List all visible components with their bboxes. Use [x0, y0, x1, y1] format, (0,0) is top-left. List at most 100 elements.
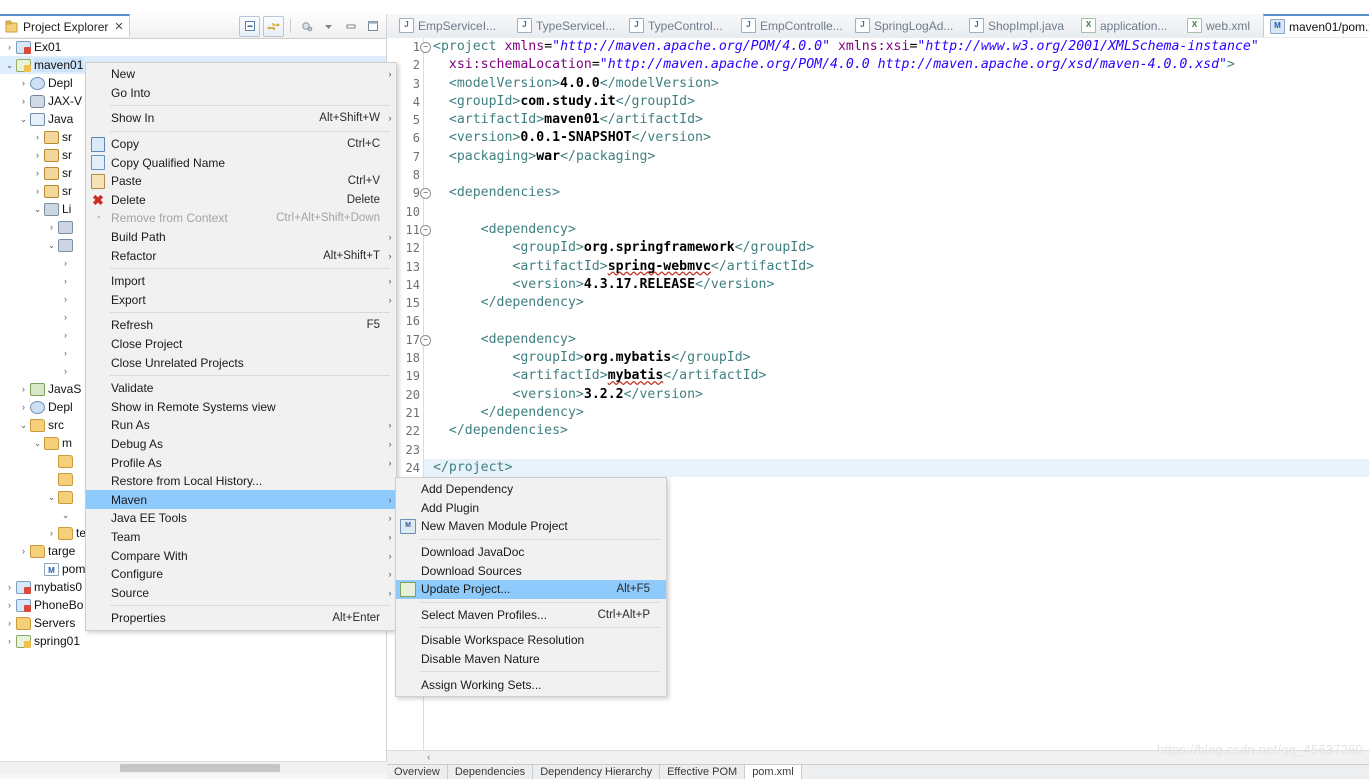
code-line[interactable]: xsi:schemaLocation="http://maven.apache.… [433, 56, 1369, 74]
pom-page-tab-dependencies[interactable]: Dependencies [448, 765, 534, 779]
expand-arrow-icon[interactable]: › [4, 600, 15, 610]
expand-arrow-icon[interactable]: › [60, 258, 71, 268]
menu-item-remove-from-context[interactable]: ◔ Remove from Context Ctrl+Alt+Shift+Down [86, 209, 396, 228]
explorer-horizontal-scrollbar[interactable] [0, 761, 387, 774]
menu-item-configure[interactable]: Configure › [86, 565, 396, 584]
menu-item-add-plugin[interactable]: Add Plugin [396, 499, 666, 518]
expand-arrow-icon[interactable]: › [32, 150, 43, 160]
editor-tab-springlogad[interactable]: J SpringLogAd... [849, 14, 959, 37]
menu-item-validate[interactable]: Validate [86, 379, 396, 398]
menu-item-refresh[interactable]: Refresh F5 [86, 316, 396, 335]
expand-arrow-icon[interactable]: › [60, 330, 71, 340]
editor-tab-empcontrolle[interactable]: J EmpControlle... [735, 14, 847, 37]
pom-page-tab-overview[interactable]: Overview [387, 765, 448, 779]
menu-item-download-javadoc[interactable]: Download JavaDoc [396, 543, 666, 562]
menu-item-new[interactable]: New › [86, 65, 396, 84]
expand-arrow-icon[interactable]: ⌄ [18, 114, 29, 125]
code-line[interactable]: <project xmlns="http://maven.apache.org/… [433, 38, 1369, 56]
code-line[interactable]: <version>4.3.17.RELEASE</version> [433, 276, 1369, 294]
menu-item-run-as[interactable]: Run As › [86, 416, 396, 435]
menu-item-show-in-remote-systems-view[interactable]: Show in Remote Systems view [86, 398, 396, 417]
scroll-left-icon[interactable]: ‹ [427, 751, 430, 764]
menu-item-download-sources[interactable]: Download Sources [396, 561, 666, 580]
code-fold-toggle-icon[interactable]: − [420, 42, 431, 53]
expand-arrow-icon[interactable]: › [4, 618, 15, 628]
link-with-editor-icon[interactable] [263, 15, 284, 37]
code-line[interactable]: <dependencies> [433, 184, 1369, 202]
menu-item-build-path[interactable]: Build Path › [86, 228, 396, 247]
menu-item-disable-maven-nature[interactable]: Disable Maven Nature [396, 650, 666, 669]
code-line[interactable]: <version>0.0.1-SNAPSHOT</version> [433, 129, 1369, 147]
menu-item-select-maven-profiles[interactable]: Select Maven Profiles... Ctrl+Alt+P [396, 606, 666, 625]
expand-arrow-icon[interactable]: ⌄ [46, 240, 57, 251]
code-line[interactable] [433, 166, 1369, 184]
editor-tab-shopimpl-java[interactable]: J ShopImpl.java [963, 14, 1069, 37]
code-line[interactable] [433, 203, 1369, 221]
menu-item-export[interactable]: Export › [86, 291, 396, 310]
scrollbar-thumb[interactable] [120, 764, 280, 772]
pom-page-tab-pom-xml[interactable]: pom.xml [745, 765, 802, 779]
code-fold-toggle-icon[interactable]: − [420, 334, 431, 346]
expand-arrow-icon[interactable]: › [18, 96, 29, 106]
menu-item-assign-working-sets[interactable]: Assign Working Sets... [396, 675, 666, 694]
minimize-icon[interactable] [341, 17, 360, 36]
code-line[interactable]: <artifactId>spring-webmvc</artifactId> [433, 258, 1369, 276]
expand-arrow-icon[interactable]: › [60, 276, 71, 286]
menu-item-paste[interactable]: Paste Ctrl+V [86, 172, 396, 191]
expand-arrow-icon[interactable]: › [4, 582, 15, 592]
menu-item-new-maven-module-project[interactable]: M New Maven Module Project [396, 517, 666, 536]
menu-item-team[interactable]: Team › [86, 528, 396, 547]
editor-tab-empservicei[interactable]: J EmpServiceI... [393, 14, 501, 37]
pom-page-tab-dependency-hierarchy[interactable]: Dependency Hierarchy [533, 765, 661, 779]
menu-item-import[interactable]: Import › [86, 272, 396, 291]
code-line[interactable]: <artifactId>mybatis</artifactId> [433, 367, 1369, 385]
expand-arrow-icon[interactable]: › [32, 186, 43, 196]
menu-item-update-project[interactable]: Update Project... Alt+F5 [396, 579, 666, 599]
editor-tab-typecontrol[interactable]: J TypeControl... [623, 14, 731, 37]
maven-submenu[interactable]: Add Dependency Add Plugin M New Maven Modul… [395, 477, 667, 697]
expand-arrow-icon[interactable]: › [32, 132, 43, 142]
code-line[interactable]: <groupId>org.springframework</groupId> [433, 239, 1369, 257]
code-line[interactable]: <dependency> [433, 331, 1369, 349]
expand-arrow-icon[interactable]: › [4, 42, 15, 52]
expand-arrow-icon[interactable]: › [18, 546, 29, 556]
tab-project-explorer[interactable]: Project Explorer ✕ [0, 14, 130, 37]
tree-item-ex01[interactable]: › Ex01 [0, 38, 386, 56]
editor-tab-application[interactable]: Xapplication... [1075, 14, 1177, 37]
expand-arrow-icon[interactable]: › [18, 384, 29, 394]
menu-item-close-unrelated-projects[interactable]: Close Unrelated Projects [86, 353, 396, 372]
menu-item-java-ee-tools[interactable]: Java EE Tools › [86, 509, 396, 528]
expand-arrow-icon[interactable]: › [18, 78, 29, 88]
menu-item-refactor[interactable]: Refactor Alt+Shift+T › [86, 246, 396, 265]
code-fold-toggle-icon[interactable]: − [420, 188, 431, 200]
focus-on-active-task-icon[interactable] [297, 17, 316, 36]
expand-arrow-icon[interactable]: ⌄ [32, 204, 43, 215]
menu-item-go-into[interactable]: Go Into [86, 84, 396, 103]
expand-arrow-icon[interactable]: › [60, 312, 71, 322]
expand-arrow-icon[interactable]: ⌄ [4, 60, 15, 71]
editor-tab-maven01-pom-xml[interactable]: Mmaven01/pom.xml [1263, 14, 1369, 37]
expand-arrow-icon[interactable]: ⌄ [18, 420, 29, 431]
menu-item-source[interactable]: Source › [86, 583, 396, 602]
code-line[interactable]: <packaging>war</packaging> [433, 148, 1369, 166]
editor-tab-typeservicei[interactable]: J TypeServiceI... [511, 14, 621, 37]
code-line[interactable]: <modelVersion>4.0.0</modelVersion> [433, 75, 1369, 93]
project-context-menu[interactable]: New › Go Into Show In Alt+Shift+W › Copy Ctrl+C… [85, 62, 397, 631]
code-line[interactable]: </project> [433, 459, 1369, 477]
menu-item-copy-qualified-name[interactable]: Copy Qualified Name [86, 153, 396, 172]
menu-item-restore-from-local-history[interactable]: Restore from Local History... [86, 472, 396, 491]
menu-item-show-in[interactable]: Show In Alt+Shift+W › [86, 109, 396, 128]
menu-item-debug-as[interactable]: Debug As › [86, 435, 396, 454]
menu-item-copy[interactable]: Copy Ctrl+C [86, 135, 396, 154]
menu-item-disable-workspace-resolution[interactable]: Disable Workspace Resolution [396, 631, 666, 650]
menu-item-close-project[interactable]: Close Project [86, 335, 396, 354]
code-line[interactable]: <groupId>com.study.it</groupId> [433, 93, 1369, 111]
menu-item-delete[interactable]: ✖ Delete Delete [86, 191, 396, 210]
expand-arrow-icon[interactable]: ⌄ [46, 492, 57, 503]
menu-item-add-dependency[interactable]: Add Dependency [396, 480, 666, 499]
code-line[interactable]: <groupId>org.mybatis</groupId> [433, 349, 1369, 367]
expand-arrow-icon[interactable]: › [60, 366, 71, 376]
expand-arrow-icon[interactable]: › [4, 636, 15, 646]
collapse-all-icon[interactable] [239, 15, 260, 37]
tree-item-spring01[interactable]: › spring01 [0, 632, 386, 650]
